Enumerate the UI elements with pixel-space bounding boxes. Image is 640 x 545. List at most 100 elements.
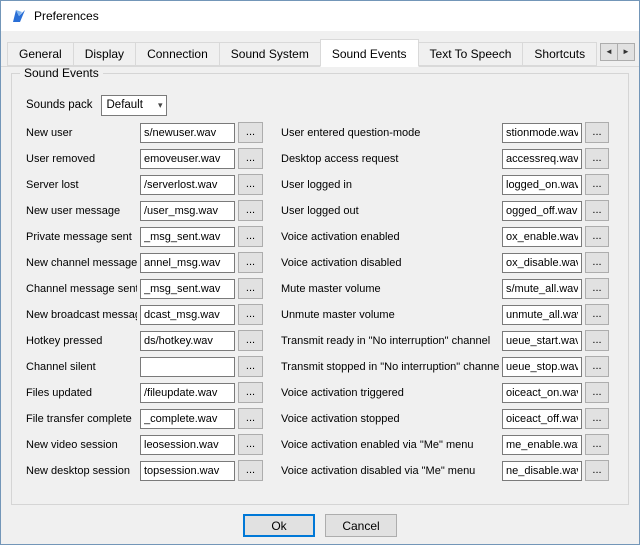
preferences-window: { "window": { "title": "Preferences" }, …: [0, 0, 640, 545]
event-sound-path-input[interactable]: [140, 253, 235, 273]
browse-button[interactable]: ...: [585, 382, 609, 403]
sounds-pack-select[interactable]: Default ▾: [101, 95, 167, 116]
footer: Ok Cancel: [1, 514, 639, 537]
event-sound-path-input[interactable]: [502, 227, 582, 247]
event-sound-path-input[interactable]: [140, 227, 235, 247]
tab-scroll-left-button[interactable]: ◄: [600, 43, 618, 61]
sound-event-row: Hotkey pressed ... Transmit ready in "No…: [26, 330, 616, 351]
event-sound-path-input[interactable]: [502, 279, 582, 299]
browse-button[interactable]: ...: [585, 252, 609, 273]
event-sound-path-input[interactable]: [140, 435, 235, 455]
browse-button[interactable]: ...: [585, 174, 609, 195]
event-label: Files updated: [26, 387, 137, 399]
event-label: New user: [26, 127, 137, 139]
event-label: New broadcast message: [26, 309, 137, 321]
event-label: Hotkey pressed: [26, 335, 137, 347]
browse-button[interactable]: ...: [238, 304, 263, 325]
event-sound-path-input[interactable]: [502, 253, 582, 273]
sounds-pack-row: Sounds pack Default ▾: [26, 94, 616, 116]
event-sound-path-input[interactable]: [502, 123, 582, 143]
event-sound-path-input[interactable]: [140, 357, 235, 377]
browse-button[interactable]: ...: [585, 330, 609, 351]
event-label: User logged in: [281, 179, 499, 191]
event-sound-path-input[interactable]: [140, 279, 235, 299]
cancel-button[interactable]: Cancel: [325, 514, 397, 537]
event-label: Voice activation disabled via "Me" menu: [281, 465, 499, 477]
browse-button[interactable]: ...: [238, 434, 263, 455]
browse-button[interactable]: ...: [585, 200, 609, 221]
event-sound-path-input[interactable]: [502, 149, 582, 169]
tab-sound-system[interactable]: Sound System: [219, 42, 321, 66]
event-sound-path-input[interactable]: [140, 383, 235, 403]
sound-event-row: New channel message ... Voice activation…: [26, 252, 616, 273]
event-label: New channel message: [26, 257, 137, 269]
browse-button[interactable]: ...: [585, 278, 609, 299]
browse-button[interactable]: ...: [585, 122, 609, 143]
sound-event-row: Channel message sent ... Mute master vol…: [26, 278, 616, 299]
sounds-pack-value: Default: [107, 99, 143, 111]
browse-button[interactable]: ...: [238, 330, 263, 351]
browse-button[interactable]: ...: [585, 356, 609, 377]
event-sound-path-input[interactable]: [140, 149, 235, 169]
browse-button[interactable]: ...: [585, 408, 609, 429]
browse-button[interactable]: ...: [238, 460, 263, 481]
event-sound-path-input[interactable]: [140, 409, 235, 429]
browse-button[interactable]: ...: [238, 408, 263, 429]
browse-button[interactable]: ...: [238, 382, 263, 403]
event-sound-path-input[interactable]: [502, 409, 582, 429]
tab-text-to-speech[interactable]: Text To Speech: [418, 42, 524, 66]
browse-button[interactable]: ...: [585, 226, 609, 247]
event-label: File transfer complete: [26, 413, 137, 425]
titlebar: Preferences: [1, 1, 639, 31]
browse-button[interactable]: ...: [585, 148, 609, 169]
browse-button[interactable]: ...: [585, 304, 609, 325]
browse-button[interactable]: ...: [238, 148, 263, 169]
tab-scroll-right-button[interactable]: ►: [617, 43, 635, 61]
event-sound-path-input[interactable]: [502, 201, 582, 221]
event-sound-path-input[interactable]: [140, 175, 235, 195]
tab-scroll-arrows: ◄ ►: [601, 43, 635, 61]
event-sound-path-input[interactable]: [140, 461, 235, 481]
ok-button[interactable]: Ok: [243, 514, 315, 537]
event-sound-path-input[interactable]: [502, 305, 582, 325]
browse-button[interactable]: ...: [585, 434, 609, 455]
event-sound-path-input[interactable]: [502, 435, 582, 455]
event-sound-path-input[interactable]: [140, 201, 235, 221]
event-sound-path-input[interactable]: [502, 175, 582, 195]
event-label: Voice activation enabled via "Me" menu: [281, 439, 499, 451]
event-sound-path-input[interactable]: [140, 331, 235, 351]
event-label: Desktop access request: [281, 153, 499, 165]
browse-button[interactable]: ...: [238, 226, 263, 247]
sound-event-row: File transfer complete ... Voice activat…: [26, 408, 616, 429]
browse-button[interactable]: ...: [238, 122, 263, 143]
tab-video[interactable]: Video: [596, 42, 597, 66]
browse-button[interactable]: ...: [238, 356, 263, 377]
event-label: Voice activation disabled: [281, 257, 499, 269]
browse-button[interactable]: ...: [238, 200, 263, 221]
browse-button[interactable]: ...: [238, 252, 263, 273]
event-sound-path-input[interactable]: [502, 461, 582, 481]
sound-event-row: New desktop session ... Voice activation…: [26, 460, 616, 481]
tab-display[interactable]: Display: [73, 42, 136, 66]
sound-events-group: Sound Events Sounds pack Default ▾ New u…: [11, 73, 629, 505]
group-title: Sound Events: [20, 66, 103, 80]
event-label: Transmit stopped in "No interruption" ch…: [281, 361, 499, 373]
browse-button[interactable]: ...: [238, 174, 263, 195]
event-sound-path-input[interactable]: [502, 331, 582, 351]
event-label: New user message: [26, 205, 137, 217]
sound-event-row: Files updated ... Voice activation trigg…: [26, 382, 616, 403]
sound-event-row: Private message sent ... Voice activatio…: [26, 226, 616, 247]
tab-connection[interactable]: Connection: [135, 42, 220, 66]
event-label: Voice activation enabled: [281, 231, 499, 243]
sound-event-row: Server lost ... User logged in ...: [26, 174, 616, 195]
event-sound-path-input[interactable]: [140, 305, 235, 325]
event-sound-path-input[interactable]: [140, 123, 235, 143]
event-sound-path-input[interactable]: [502, 383, 582, 403]
tab-shortcuts[interactable]: Shortcuts: [522, 42, 597, 66]
browse-button[interactable]: ...: [585, 460, 609, 481]
tab-general[interactable]: General: [7, 42, 74, 66]
browse-button[interactable]: ...: [238, 278, 263, 299]
tab-sound-events[interactable]: Sound Events: [320, 39, 419, 67]
event-label: Private message sent: [26, 231, 137, 243]
event-sound-path-input[interactable]: [502, 357, 582, 377]
